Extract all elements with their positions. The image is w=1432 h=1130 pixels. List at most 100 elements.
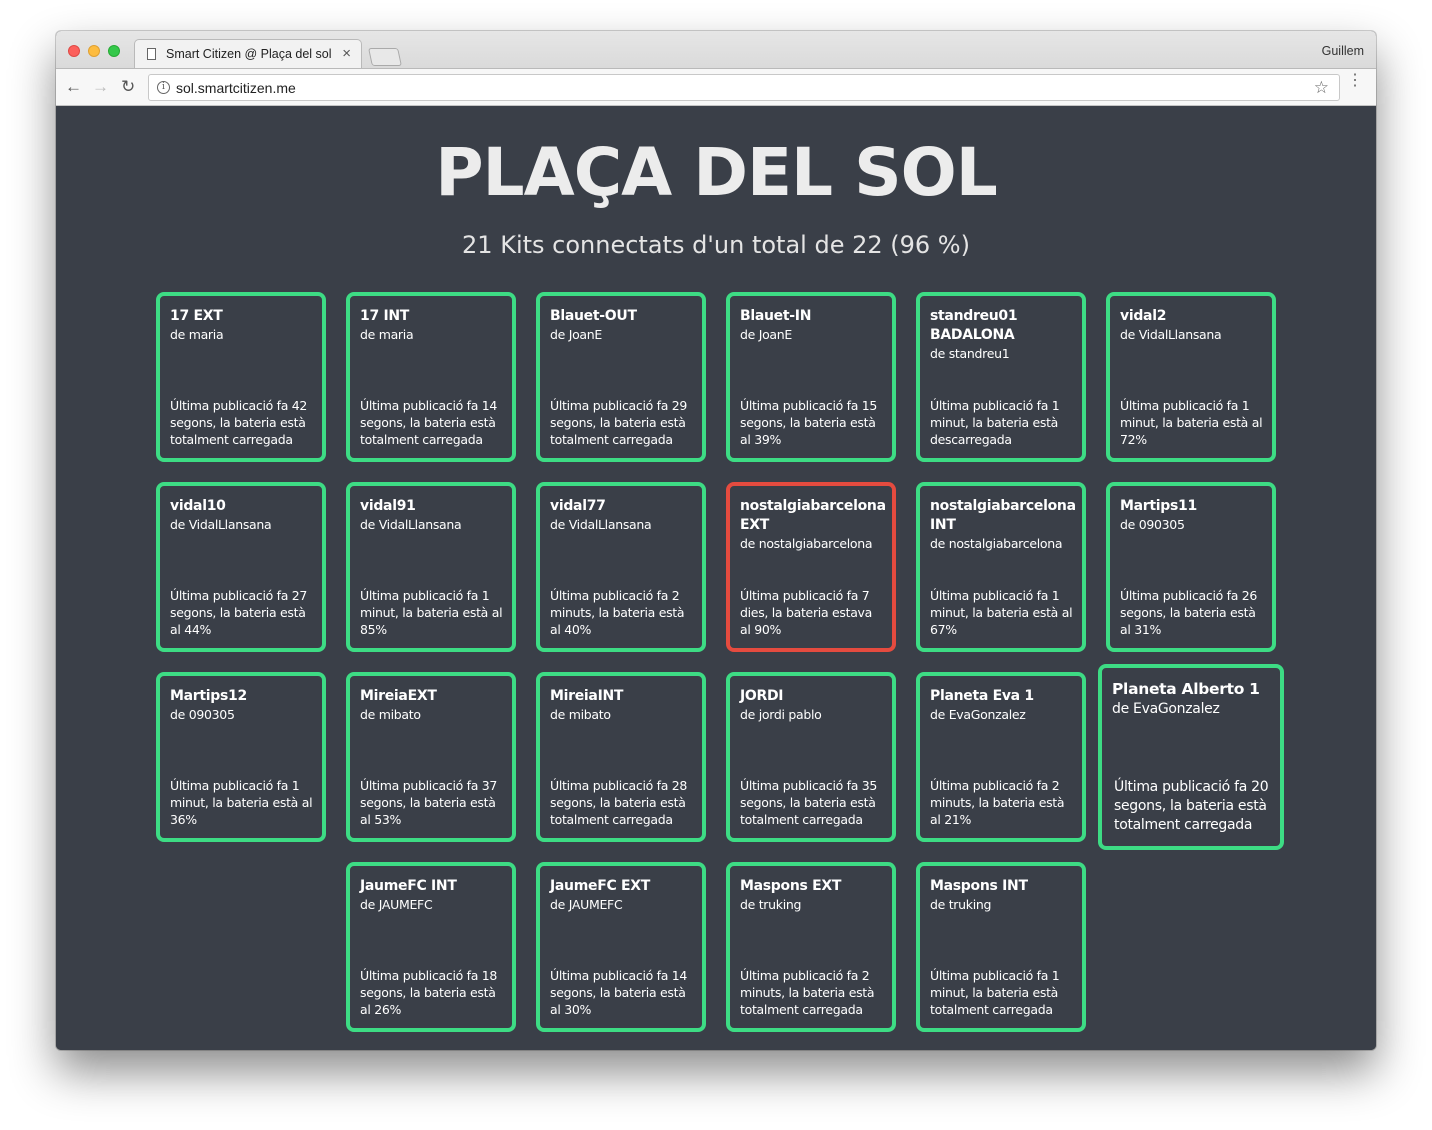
kit-status: Última publicació fa 2 minuts, la bateri… xyxy=(930,778,1065,827)
kit-name: vidal10 xyxy=(170,498,226,514)
kit-card[interactable]: JaumeFC INT de JAUMEFC Última publicació f… xyxy=(346,862,516,1032)
kit-owner: de maria xyxy=(360,327,414,342)
minimize-window-button[interactable] xyxy=(88,45,100,57)
address-bar[interactable]: i sol.smartcitizen.me ☆ xyxy=(148,74,1340,101)
info-icon[interactable]: i xyxy=(157,81,170,94)
kit-status: Última publicació fa 14 segons, la bater… xyxy=(360,398,498,447)
kit-owner: de truking xyxy=(740,897,802,912)
kit-status: Última publicació fa 1 minut, la bateria… xyxy=(1120,398,1263,447)
kit-card[interactable]: Martips12 de 090305 Última publicació fa 1… xyxy=(156,672,326,842)
kit-name: 17 EXT xyxy=(170,308,223,324)
kit-status: Última publicació fa 1 minut, la bateria… xyxy=(930,968,1060,1017)
connected-kits-summary: 21 Kits connectats d'un total de 22 (96 … xyxy=(462,231,970,259)
kit-status: Última publicació fa 1 minut, la bateria… xyxy=(930,588,1073,637)
kit-owner: de VidalLlansana xyxy=(360,517,462,532)
kit-status: Última publicació fa 18 segons, la bater… xyxy=(360,968,498,1017)
kit-card[interactable]: MireiaEXT de mibato Última publicació fa 3… xyxy=(346,672,516,842)
back-arrow-icon[interactable]: ← xyxy=(65,77,82,97)
kit-card[interactable]: JORDI de jordi pablo Última publicació fa … xyxy=(726,672,896,842)
kit-status: Última publicació fa 1 minut, la bateria… xyxy=(930,398,1060,447)
kit-name: nostalgiabarcelona INT xyxy=(930,498,1076,533)
new-tab-button[interactable] xyxy=(368,48,402,66)
title-bar: Smart Citizen @ Plaça del sol × Guillem xyxy=(56,31,1376,68)
kit-card[interactable]: Martips11 de 090305 Última publicació fa 2… xyxy=(1106,482,1276,652)
kit-owner: de mibato xyxy=(360,707,421,722)
kit-name: JaumeFC EXT xyxy=(550,878,651,894)
kit-status: Última publicació fa 20 segons, la bater… xyxy=(1114,779,1269,833)
kit-name: standreu01 BADALONA xyxy=(930,308,1018,343)
kit-owner: de mibato xyxy=(550,707,611,722)
browser-window: Smart Citizen @ Plaça del sol × Guillem … xyxy=(56,31,1376,1050)
kit-card[interactable]: 17 EXT de maria Última publicació fa 42 se… xyxy=(156,292,326,462)
kit-owner: de jordi pablo xyxy=(740,707,822,722)
kit-owner: de VidalLlansana xyxy=(550,517,652,532)
kit-owner: de JoanE xyxy=(740,327,793,342)
kit-owner: de VidalLlansana xyxy=(1120,327,1222,342)
kit-card[interactable]: standreu01 BADALONA de standreu1 Última pu… xyxy=(916,292,1086,462)
kit-owner: de 090305 xyxy=(170,707,235,722)
kit-status: Última publicació fa 2 minuts, la bateri… xyxy=(740,968,875,1017)
kit-name: Planeta Eva 1 xyxy=(930,688,1034,704)
kit-card[interactable]: nostalgiabarcelona INT de nostalgiabarcel… xyxy=(916,482,1086,652)
forward-arrow-icon[interactable]: → xyxy=(92,77,109,97)
kit-owner: de truking xyxy=(930,897,992,912)
kit-card[interactable]: Maspons INT de truking Última publicació f… xyxy=(916,862,1086,1032)
kit-owner: de nostalgiabarcelona xyxy=(930,536,1063,551)
zoom-window-button[interactable] xyxy=(108,45,120,57)
kit-name: Martips11 xyxy=(1120,498,1197,514)
kit-card[interactable]: Maspons EXT de truking Última publicació f… xyxy=(726,862,896,1032)
kit-owner: de JoanE xyxy=(550,327,603,342)
kit-name: Maspons INT xyxy=(930,878,1028,894)
menu-kebab-icon[interactable]: ⋮ xyxy=(1347,73,1363,89)
kit-card[interactable]: Planeta Alberto 1 de EvaGonzalez Última pu… xyxy=(1098,664,1284,850)
kit-owner: de 090305 xyxy=(1120,517,1185,532)
kit-status: Última publicació fa 27 segons, la bater… xyxy=(170,588,308,637)
kit-status: Última publicació fa 26 segons, la bater… xyxy=(1120,588,1258,637)
kit-card[interactable]: vidal77 de VidalLlansana Última publicació… xyxy=(536,482,706,652)
kit-owner: de nostalgiabarcelona xyxy=(740,536,873,551)
kit-owner: de VidalLlansana xyxy=(170,517,272,532)
kit-name: Blauet-IN xyxy=(740,308,812,324)
kit-name: 17 INT xyxy=(360,308,410,324)
kit-card[interactable]: vidal2 de VidalLlansana Última publicació … xyxy=(1106,292,1276,462)
browser-tab[interactable]: Smart Citizen @ Plaça del sol × xyxy=(134,39,362,68)
url-text[interactable]: sol.smartcitizen.me xyxy=(176,80,296,96)
kit-card[interactable]: nostalgiabarcelona EXT de nostalgiabarcel… xyxy=(726,482,896,652)
kit-name: Planeta Alberto 1 xyxy=(1112,680,1260,698)
kit-card[interactable]: JaumeFC EXT de JAUMEFC Última publicació f… xyxy=(536,862,706,1032)
kit-name: MireiaINT xyxy=(550,688,624,704)
kit-card[interactable]: Planeta Eva 1 de EvaGonzalez Última public… xyxy=(916,672,1086,842)
kit-status: Última publicació fa 28 segons, la bater… xyxy=(550,778,688,827)
tab-close-icon[interactable]: × xyxy=(342,45,351,62)
kit-name: nostalgiabarcelona EXT xyxy=(740,498,886,533)
browser-toolbar: ← → ↻ i sol.smartcitizen.me ☆ ⋮ xyxy=(56,68,1376,106)
kit-status: Última publicació fa 7 dies, la bateria … xyxy=(740,588,873,637)
bookmark-star-icon[interactable]: ☆ xyxy=(1314,78,1329,98)
kit-owner: de EvaGonzalez xyxy=(1112,701,1220,717)
kit-name: MireiaEXT xyxy=(360,688,437,704)
kit-name: vidal91 xyxy=(360,498,416,514)
page-icon xyxy=(147,48,156,60)
kit-status: Última publicació fa 42 segons, la bater… xyxy=(170,398,308,447)
kit-status: Última publicació fa 37 segons, la bater… xyxy=(360,778,498,827)
kit-name: JORDI xyxy=(740,688,784,704)
kit-status: Última publicació fa 35 segons, la bater… xyxy=(740,778,878,827)
kit-status: Última publicació fa 2 minuts, la bateri… xyxy=(550,588,685,637)
kit-owner: de EvaGonzalez xyxy=(930,707,1026,722)
kit-card[interactable]: vidal10 de VidalLlansana Última publicació… xyxy=(156,482,326,652)
profile-name[interactable]: Guillem xyxy=(1322,44,1364,58)
kit-card[interactable]: vidal91 de VidalLlansana Última publicació… xyxy=(346,482,516,652)
close-window-button[interactable] xyxy=(68,45,80,57)
kit-name: vidal2 xyxy=(1120,308,1167,324)
kit-card[interactable]: Blauet-IN de JoanE Última publicació fa 15… xyxy=(726,292,896,462)
kit-status: Última publicació fa 1 minut, la bateria… xyxy=(360,588,503,637)
kit-card[interactable]: Blauet-OUT de JoanE Última publicació fa 2… xyxy=(536,292,706,462)
kit-status: Última publicació fa 15 segons, la bater… xyxy=(740,398,878,447)
kit-owner: de JAUMEFC xyxy=(550,897,623,912)
kit-status: Última publicació fa 1 minut, la bateria… xyxy=(170,778,313,827)
kit-name: JaumeFC INT xyxy=(360,878,457,894)
reload-icon[interactable]: ↻ xyxy=(121,77,135,97)
kit-status: Última publicació fa 29 segons, la bater… xyxy=(550,398,688,447)
kit-card[interactable]: MireiaINT de mibato Última publicació fa 2… xyxy=(536,672,706,842)
kit-card[interactable]: 17 INT de maria Última publicació fa 14 se… xyxy=(346,292,516,462)
